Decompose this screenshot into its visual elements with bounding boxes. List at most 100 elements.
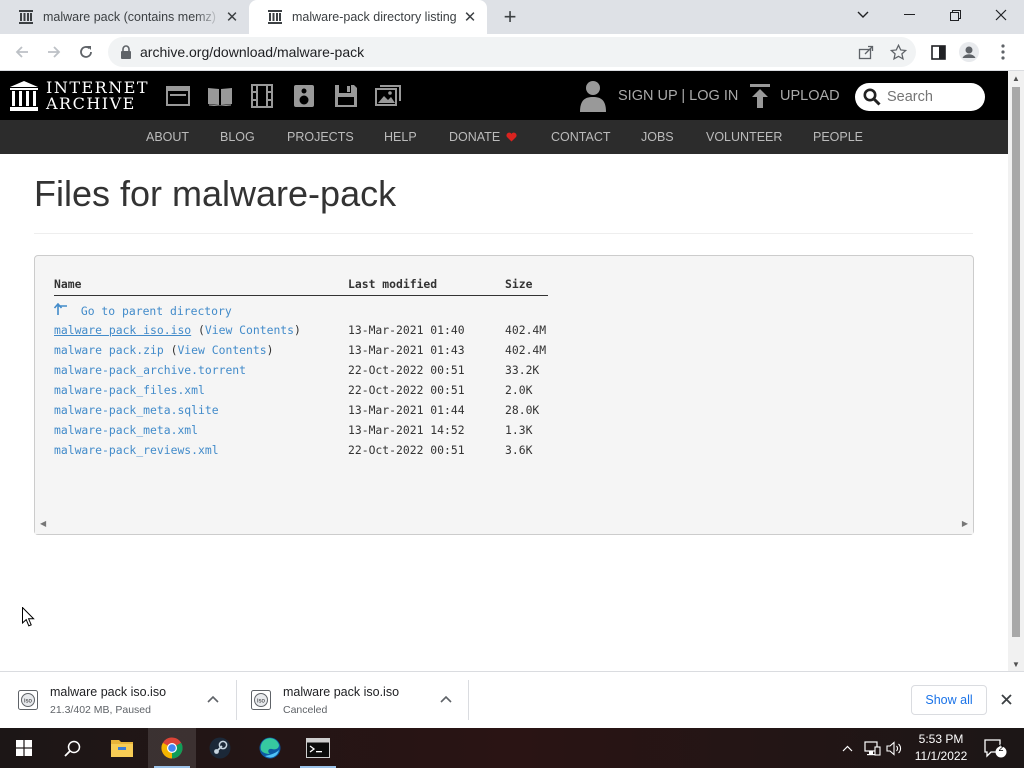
- reload-icon[interactable]: [73, 39, 99, 65]
- scroll-left-arrow-icon[interactable]: ◀: [40, 519, 46, 528]
- search-icon[interactable]: [863, 88, 881, 106]
- images-icon[interactable]: [375, 83, 401, 109]
- nav-donate-label: DONATE: [449, 130, 501, 144]
- nav-jobs[interactable]: JOBS: [641, 120, 674, 154]
- parent-directory-cell: Go to parent directory: [53, 302, 232, 318]
- file-modified: 22-Oct-2022 00:51: [348, 443, 465, 457]
- nav-help[interactable]: HELP: [384, 120, 417, 154]
- logo-line-2: ARCHIVE: [46, 94, 136, 113]
- nav-volunteer[interactable]: VOLUNTEER: [706, 120, 782, 154]
- title-divider: [34, 233, 973, 234]
- forward-arrow-icon[interactable]: [41, 39, 67, 65]
- software-icon[interactable]: [333, 83, 359, 109]
- file-size: 402.4M: [505, 343, 547, 357]
- listing-horizontal-scrollbar[interactable]: ◀ ▶: [35, 517, 973, 534]
- close-window-button[interactable]: [978, 0, 1024, 30]
- download-separator: [468, 680, 469, 720]
- bookmark-star-icon[interactable]: [888, 42, 908, 62]
- download-item[interactable]: iso malware pack iso.iso Canceled: [250, 680, 399, 720]
- minimize-button[interactable]: [886, 0, 932, 30]
- file-size: 28.0K: [505, 403, 540, 417]
- scroll-down-arrow-icon[interactable]: ▼: [1008, 657, 1024, 671]
- scrollbar-thumb[interactable]: [1012, 87, 1020, 637]
- file-row: malware-pack_meta.sqlite 13-Mar-2021 01:…: [35, 400, 973, 420]
- file-link[interactable]: malware pack iso.iso: [54, 323, 191, 337]
- share-icon[interactable]: [856, 42, 876, 62]
- file-link[interactable]: malware-pack_files.xml: [54, 383, 205, 397]
- nav-contact[interactable]: CONTACT: [551, 120, 611, 154]
- notification-center-icon[interactable]: 2: [980, 728, 1010, 768]
- archive-search-input[interactable]: [887, 89, 983, 105]
- tab-malware-pack-details[interactable]: malware pack (contains memz) : I ✕: [0, 0, 249, 34]
- file-link[interactable]: malware-pack_meta.sqlite: [54, 403, 219, 417]
- page-vertical-scrollbar[interactable]: ▲ ▼: [1008, 71, 1024, 671]
- profile-avatar-icon[interactable]: [959, 42, 979, 62]
- edge-icon[interactable]: [246, 728, 294, 768]
- system-clock[interactable]: 5:53 PM 11/1/2022: [906, 731, 976, 765]
- view-contents-link[interactable]: View Contents: [205, 323, 294, 337]
- file-link[interactable]: malware pack.zip: [54, 343, 164, 357]
- sign-up-log-in-link[interactable]: SIGN UP | LOG IN: [618, 88, 738, 104]
- account-menu[interactable]: SIGN UP | LOG IN: [579, 79, 738, 113]
- upload-button[interactable]: UPLOAD: [750, 79, 840, 113]
- nav-projects[interactable]: PROJECTS: [287, 120, 354, 154]
- lock-icon[interactable]: [120, 45, 132, 59]
- new-tab-button[interactable]: +: [497, 4, 523, 30]
- file-name-cell: malware-pack_meta.xml: [54, 423, 198, 437]
- chrome-icon[interactable]: [148, 728, 196, 768]
- close-tab-icon[interactable]: ✕: [221, 6, 243, 28]
- internet-archive-logo[interactable]: INTERNET ARCHIVE: [10, 80, 149, 112]
- archive-nav-bar: ABOUT BLOG PROJECTS HELP DONATE CONTACT …: [0, 120, 1008, 154]
- iso-file-icon: iso: [251, 690, 271, 710]
- page-viewport: INTERNET ARCHIVE SIGN UP | LOG IN UPLOAD…: [0, 71, 1008, 671]
- show-all-downloads-button[interactable]: Show all: [911, 685, 987, 715]
- search-icon[interactable]: [48, 728, 96, 768]
- show-hidden-icons-chevron-icon[interactable]: [838, 728, 856, 768]
- file-explorer-icon[interactable]: [98, 728, 146, 768]
- address-bar[interactable]: archive.org/download/malware-pack: [108, 37, 916, 67]
- nav-about[interactable]: ABOUT: [146, 120, 189, 154]
- download-menu-chevron-icon[interactable]: [439, 692, 453, 706]
- view-contents-link[interactable]: View Contents: [177, 343, 266, 357]
- tab-search-chevron-icon[interactable]: [840, 0, 886, 30]
- web-icon[interactable]: [165, 83, 191, 109]
- column-header-modified[interactable]: Last modified: [348, 277, 437, 291]
- video-icon[interactable]: [249, 83, 275, 109]
- nav-donate[interactable]: DONATE: [449, 120, 517, 154]
- terminal-icon[interactable]: [294, 728, 342, 768]
- up-arrow-icon: [53, 302, 67, 315]
- texts-icon[interactable]: [207, 83, 233, 109]
- scroll-up-arrow-icon[interactable]: ▲: [1008, 71, 1024, 85]
- clock-time: 5:53 PM: [918, 732, 964, 746]
- download-filename: malware pack iso.iso: [283, 684, 400, 699]
- scroll-right-arrow-icon[interactable]: ▶: [962, 519, 968, 528]
- file-row: malware pack iso.iso (View Contents) 13-…: [35, 320, 973, 340]
- column-header-size[interactable]: Size: [505, 277, 532, 291]
- directory-listing: Name Last modified Size Go to parent dir…: [34, 255, 974, 535]
- download-item[interactable]: iso malware pack iso.iso 21.3/402 MB, Pa…: [17, 680, 166, 720]
- audio-icon[interactable]: [291, 83, 317, 109]
- parent-directory-link[interactable]: Go to parent directory: [81, 304, 232, 318]
- network-icon[interactable]: [862, 728, 882, 768]
- volume-icon[interactable]: [884, 728, 904, 768]
- archive-search-box[interactable]: [855, 83, 985, 111]
- file-link[interactable]: malware-pack_meta.xml: [54, 423, 198, 437]
- file-link[interactable]: malware-pack_archive.torrent: [54, 363, 246, 377]
- restore-button[interactable]: [932, 0, 978, 30]
- download-separator: [236, 680, 237, 720]
- nav-people[interactable]: PEOPLE: [813, 120, 863, 154]
- file-link[interactable]: malware-pack_reviews.xml: [54, 443, 219, 457]
- download-menu-chevron-icon[interactable]: [206, 692, 220, 706]
- file-name-cell: malware-pack_meta.sqlite: [54, 403, 219, 417]
- close-tab-icon[interactable]: ✕: [459, 6, 481, 28]
- tab-directory-listing[interactable]: malware-pack directory listing ✕: [249, 0, 487, 34]
- url-text: archive.org/download/malware-pack: [140, 44, 365, 60]
- nav-blog[interactable]: BLOG: [220, 120, 255, 154]
- more-menu-icon[interactable]: [993, 42, 1013, 62]
- side-panel-icon[interactable]: [928, 42, 948, 62]
- back-arrow-icon[interactable]: [9, 39, 35, 65]
- column-header-name[interactable]: Name: [54, 277, 81, 291]
- close-download-shelf-icon[interactable]: [998, 691, 1014, 707]
- steam-icon[interactable]: [196, 728, 244, 768]
- start-icon[interactable]: [0, 728, 48, 768]
